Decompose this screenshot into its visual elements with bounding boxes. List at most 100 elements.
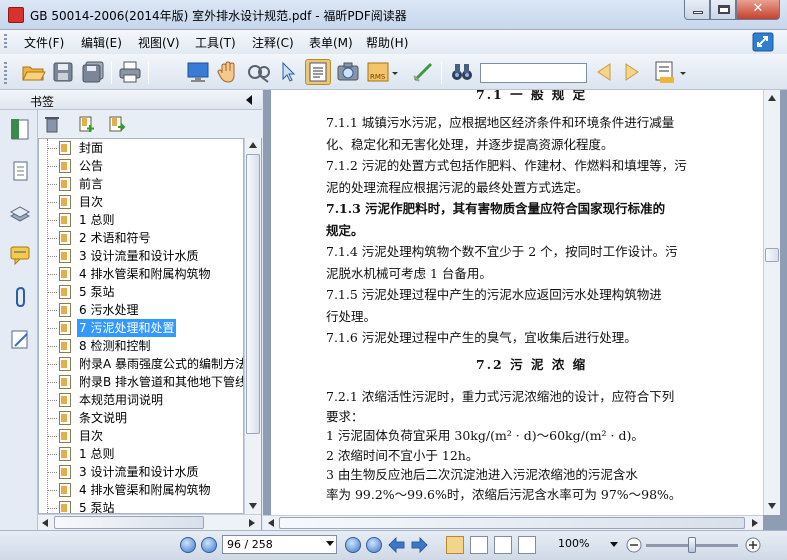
bookmark-label: 附录A 暴雨强度公式的编制方法 bbox=[79, 357, 244, 371]
prev-result-icon[interactable] bbox=[590, 59, 616, 85]
screen-icon[interactable] bbox=[185, 59, 211, 85]
menu-file[interactable]: 文件(F) bbox=[24, 34, 64, 51]
toolbar-grip[interactable] bbox=[4, 62, 7, 84]
bookmark-item[interactable]: 4 排水管渠和附属构筑物 bbox=[39, 265, 243, 283]
minimize-button[interactable] bbox=[684, 0, 710, 20]
bookmark-item[interactable]: 2 术语和符号 bbox=[39, 229, 243, 247]
forward-arrow-icon[interactable] bbox=[410, 537, 428, 553]
text-select-icon[interactable] bbox=[305, 59, 331, 85]
highlight-icon[interactable] bbox=[652, 59, 688, 85]
bookmark-hscroll-thumb[interactable] bbox=[54, 516, 204, 529]
bookmark-label: 附录B 排水管道和其他地下管线 bbox=[79, 375, 244, 389]
print-icon[interactable] bbox=[117, 59, 143, 85]
bookmark-item[interactable]: 条文说明 bbox=[39, 409, 243, 427]
bookmark-item[interactable]: 8 检测和控制 bbox=[39, 337, 243, 355]
single-page-view-button[interactable] bbox=[446, 536, 464, 554]
bookmark-item[interactable]: 本规范用词说明 bbox=[39, 391, 243, 409]
pages-panel-icon[interactable] bbox=[9, 160, 31, 182]
zoom-dropdown-icon[interactable] bbox=[610, 542, 618, 548]
add-bookmark-icon[interactable] bbox=[78, 115, 96, 133]
add-child-bookmark-icon[interactable] bbox=[108, 115, 126, 133]
bookmark-item[interactable]: 附录A 暴雨强度公式的编制方法 bbox=[39, 355, 244, 373]
document-scroll-thumb[interactable] bbox=[765, 248, 779, 262]
close-button[interactable]: ✕ bbox=[736, 0, 780, 20]
menu-view[interactable]: 视图(V) bbox=[138, 34, 180, 51]
rms-icon[interactable]: RMS bbox=[365, 59, 399, 85]
menu-form[interactable]: 表单(M) bbox=[309, 34, 353, 51]
next-result-icon[interactable] bbox=[620, 59, 646, 85]
menu-edit[interactable]: 编辑(E) bbox=[81, 34, 122, 51]
document-text-line: 1 污泥固体负荷宜采用 30kg/(m² · d)～60kg/(m² · d)。 bbox=[326, 428, 644, 444]
bookmark-item[interactable]: 公告 bbox=[39, 157, 243, 175]
comments-panel-icon[interactable] bbox=[9, 244, 31, 266]
layers-panel-icon[interactable] bbox=[9, 202, 31, 224]
rms-label: RMS bbox=[370, 73, 386, 81]
save-icon[interactable] bbox=[50, 59, 76, 85]
bookmark-item[interactable]: 6 污水处理 bbox=[39, 301, 243, 319]
bookmark-item[interactable]: 目次 bbox=[39, 193, 243, 211]
page-number-input[interactable]: 96 / 258 bbox=[222, 535, 337, 554]
search-input[interactable] bbox=[480, 63, 587, 83]
sign-icon[interactable] bbox=[410, 59, 436, 85]
document-vertical-scrollbar[interactable] bbox=[763, 90, 780, 515]
hand-icon[interactable] bbox=[215, 59, 241, 85]
bookmark-item[interactable]: 前言 bbox=[39, 175, 243, 193]
bookmark-item[interactable]: 1 总则 bbox=[39, 211, 243, 229]
bookmark-item[interactable]: 4 排水管渠和附属构筑物 bbox=[39, 481, 243, 499]
select-arrow-icon[interactable] bbox=[275, 59, 301, 85]
page-dropdown-icon[interactable] bbox=[326, 541, 334, 547]
bookmark-item[interactable]: 封面 bbox=[39, 139, 243, 157]
bookmark-horizontal-scrollbar[interactable] bbox=[38, 514, 261, 530]
bookmark-item[interactable]: 7 污泥处理和处置 bbox=[39, 319, 243, 337]
status-bar: 96 / 258 100% bbox=[0, 530, 787, 560]
menu-help[interactable]: 帮助(H) bbox=[366, 34, 408, 51]
collapse-panel-icon[interactable] bbox=[244, 94, 254, 106]
document-text-line: 泥的处理流程应根据污泥的最终处置方式选定。 bbox=[326, 179, 589, 195]
last-page-button[interactable] bbox=[366, 537, 382, 553]
next-page-button[interactable] bbox=[345, 537, 361, 553]
zoom-in-icon[interactable] bbox=[745, 537, 761, 553]
bookmark-item[interactable]: 5 泵站 bbox=[39, 499, 243, 513]
binoculars-icon[interactable] bbox=[449, 59, 475, 85]
prev-page-button[interactable] bbox=[201, 537, 217, 553]
facing-view-button[interactable] bbox=[494, 536, 512, 554]
continuous-view-button[interactable] bbox=[470, 536, 488, 554]
document-viewport[interactable]: 7.1 一 般 规 定 7.1.1 城镇污水污泥，应根据地区经济条件和环境条件进… bbox=[263, 90, 787, 530]
bookmark-vertical-scrollbar[interactable] bbox=[244, 138, 261, 514]
first-page-button[interactable] bbox=[180, 537, 196, 553]
menu-tools[interactable]: 工具(T) bbox=[195, 34, 236, 51]
zoom-slider-knob[interactable] bbox=[688, 537, 696, 553]
bookmark-item[interactable]: 附录B 排水管道和其他地下管线 bbox=[39, 373, 244, 391]
bookmark-page-icon bbox=[59, 501, 71, 513]
attachments-panel-icon[interactable] bbox=[9, 286, 31, 308]
delete-bookmark-icon[interactable] bbox=[44, 115, 60, 133]
save-all-icon[interactable] bbox=[80, 59, 106, 85]
document-horizontal-scrollbar[interactable] bbox=[263, 515, 763, 530]
bookmark-item[interactable]: 5 泵站 bbox=[39, 283, 243, 301]
bookmark-scroll-thumb[interactable] bbox=[246, 154, 260, 434]
bookmark-item[interactable]: 目次 bbox=[39, 427, 243, 445]
menubar-grip[interactable] bbox=[4, 34, 7, 50]
zoom-level[interactable]: 100% bbox=[558, 537, 589, 550]
bookmark-page-icon bbox=[59, 267, 71, 281]
document-text-line: 化、稳定化和无害化处理，并逐步提高资源化程度。 bbox=[326, 136, 614, 152]
bookmark-label: 2 术语和符号 bbox=[79, 231, 151, 245]
bookmark-item[interactable]: 3 设计流量和设计水质 bbox=[39, 463, 243, 481]
expand-icon[interactable] bbox=[752, 32, 774, 52]
signatures-panel-icon[interactable] bbox=[9, 328, 31, 350]
bookmark-page-icon bbox=[59, 141, 71, 155]
snapshot-icon[interactable] bbox=[335, 59, 361, 85]
open-icon[interactable] bbox=[20, 59, 46, 85]
zoom-out-icon[interactable] bbox=[626, 537, 642, 553]
zoom-glass-icon[interactable] bbox=[245, 59, 271, 85]
bookmark-item[interactable]: 3 设计流量和设计水质 bbox=[39, 247, 243, 265]
document-hscroll-thumb[interactable] bbox=[279, 517, 745, 529]
bookmark-panel-icon[interactable] bbox=[9, 118, 31, 140]
menu-comment[interactable]: 注释(C) bbox=[252, 34, 294, 51]
bookmark-item[interactable]: 1 总则 bbox=[39, 445, 243, 463]
maximize-button[interactable] bbox=[710, 0, 736, 20]
continuous-facing-view-button[interactable] bbox=[518, 536, 536, 554]
pdf-page: 7.1 一 般 规 定 7.1.1 城镇污水污泥，应根据地区经济条件和环境条件进… bbox=[271, 90, 764, 515]
back-arrow-icon[interactable] bbox=[388, 537, 406, 553]
sidebar-icon-strip bbox=[0, 110, 38, 530]
